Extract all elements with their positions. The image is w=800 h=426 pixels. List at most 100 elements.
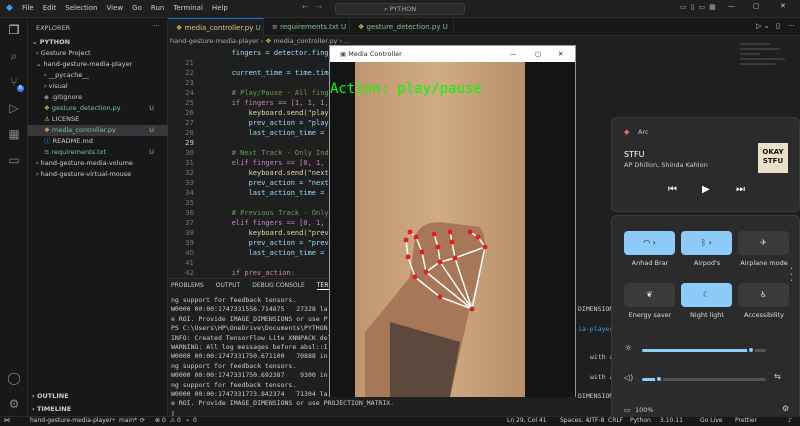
run-debug-icon[interactable]: ▷ xyxy=(6,100,22,116)
outline-section[interactable]: › OUTLINE xyxy=(28,391,168,402)
search-icon[interactable]: ⌕ xyxy=(6,48,22,64)
explorer-more-icon[interactable]: ··· xyxy=(153,22,160,30)
code-editor[interactable]: fingers = detector.finge 21 22 current_tim… xyxy=(168,49,333,277)
brightness-slider[interactable] xyxy=(642,346,766,354)
panel-tab[interactable]: DEBUG CONSOLE xyxy=(252,282,305,290)
panel-tab[interactable]: OUTPUT xyxy=(216,282,240,290)
error-count[interactable]: 0 xyxy=(162,417,166,424)
breadcrumb-file[interactable]: media_controller.py xyxy=(273,37,337,45)
file-tree-item[interactable]: › __pycache__ xyxy=(28,70,168,81)
window-minimize-button[interactable]: — xyxy=(510,46,517,62)
warning-count[interactable]: 0 xyxy=(177,417,181,424)
file-tree-item[interactable]: ♙ LICENSE xyxy=(28,114,168,125)
menu-item[interactable]: File xyxy=(22,4,34,12)
prettier[interactable]: Prettier xyxy=(735,417,757,424)
minimize-button[interactable]: — xyxy=(728,2,735,10)
layout-icons[interactable]: ▭▯▭▦ xyxy=(680,3,720,11)
quick-tile-night-light[interactable]: ☾ xyxy=(681,283,732,307)
terminal-line: PS C:\Users\HP\OneDrive\Documents\PYTHON xyxy=(171,324,328,333)
file-tree-item[interactable]: ⌄ hand-gesture-media-player xyxy=(28,59,168,70)
menu-bar: File Edit Selection View Go Run Terminal Help xyxy=(22,4,228,12)
split-editor-icon[interactable]: ▯ xyxy=(776,22,780,30)
tab-media-controller[interactable]: ❖ media_controller.py U xyxy=(168,18,264,36)
branch-label[interactable]: main* xyxy=(119,417,137,424)
camera-frame xyxy=(330,62,575,397)
remote-explorer-icon[interactable]: ▭ xyxy=(6,152,22,168)
source-control-icon[interactable]: ⑂ 6 xyxy=(6,74,24,92)
maximize-button[interactable]: ▢ xyxy=(753,2,760,10)
quick-tile-leaf[interactable]: ❦ xyxy=(624,283,675,307)
menu-item[interactable]: View xyxy=(107,4,124,12)
tab-label: gesture_detection.py xyxy=(366,23,441,31)
menu-item[interactable]: Run xyxy=(151,4,164,12)
settings-gear-icon[interactable]: ⚙ xyxy=(782,404,789,413)
chevron-right-icon[interactable]: › xyxy=(650,238,656,247)
menu-item[interactable]: Terminal xyxy=(173,4,203,12)
file-tree-item[interactable]: › hand-gesture-media-volume xyxy=(28,158,168,169)
tab-requirements[interactable]: ≡ requirements.txt U xyxy=(264,18,350,36)
line-number: 30 xyxy=(185,149,194,157)
file-tree-item[interactable]: ❖ gesture_detection.py U xyxy=(28,103,168,114)
quick-tile-airplane[interactable]: ✈ xyxy=(738,231,789,255)
media-controller-window[interactable]: ▣ Media Controller — ▢ ✕ Action: play/pa… xyxy=(329,45,576,397)
explorer-icon[interactable]: ❐ xyxy=(6,22,22,38)
breadcrumb-folder[interactable]: hand-gesture-media-player xyxy=(170,37,259,45)
command-center-search[interactable]: ⌕ PYTHON xyxy=(335,3,465,15)
go-live[interactable]: Go Live xyxy=(700,417,722,424)
ports-count[interactable]: 0 xyxy=(193,417,197,424)
file-name: visual xyxy=(48,82,68,90)
terminal-line: WARNING: All log messages before absl::I xyxy=(171,343,328,351)
chevron-right-icon[interactable]: › xyxy=(706,238,712,247)
previous-track-icon[interactable]: ⏮ xyxy=(668,184,677,195)
file-tree-item[interactable]: ≡ requirements.txt U xyxy=(28,147,168,158)
panel-tab[interactable]: PROBLEMS xyxy=(171,282,204,290)
file-tree-item[interactable]: ◆ .gitignore xyxy=(28,92,168,103)
play-icon[interactable]: ▶ xyxy=(702,184,710,195)
window-maximize-button[interactable]: ▢ xyxy=(535,46,541,62)
menu-item[interactable]: Edit xyxy=(43,4,57,12)
volume-slider[interactable] xyxy=(642,375,766,383)
window-close-button[interactable]: ✕ xyxy=(558,46,563,62)
run-python-icon[interactable]: ▷ ⌄ xyxy=(756,22,769,30)
account-icon[interactable]: ◯ xyxy=(6,370,22,386)
settings-gear-icon[interactable]: ⚙ xyxy=(6,396,22,412)
quick-tile-wifi[interactable]: ◠ › xyxy=(624,231,675,255)
file-name: Gesture Project xyxy=(40,49,91,57)
next-track-icon[interactable]: ⏭ xyxy=(736,184,745,195)
workspace-label[interactable]: hand-gesture-media-player xyxy=(30,417,112,424)
quick-tile-accessibility[interactable]: ♿ xyxy=(738,283,789,307)
terminal-line: INFO: Created TensorFlow Lite XNNPACK de… xyxy=(171,333,332,342)
tiles-page-indicator[interactable]: • • • xyxy=(790,266,793,284)
tab-gesture-detection[interactable]: ❖ gesture_detection.py U xyxy=(350,18,454,36)
menu-item[interactable]: Help xyxy=(212,4,228,12)
notifications-bell-icon[interactable]: ♪ xyxy=(788,417,792,424)
back-arrow-icon[interactable]: ← xyxy=(302,3,308,11)
python-version[interactable]: 3.10.11 xyxy=(660,417,683,424)
file-tree-item[interactable]: ⓘ README.md xyxy=(28,136,168,147)
remote-icon[interactable]: ⋈ xyxy=(4,417,10,424)
forward-arrow-icon[interactable]: → xyxy=(316,3,322,11)
encoding[interactable]: UTF-8 xyxy=(587,417,605,424)
sync-icon[interactable]: ⟳ xyxy=(140,417,145,424)
language-mode[interactable]: Python xyxy=(630,417,651,424)
workspace-root[interactable]: ⌄ PYTHON xyxy=(28,37,168,48)
tab-status: U xyxy=(442,23,448,31)
file-tree-item[interactable]: › visual xyxy=(28,81,168,92)
audio-output-icon[interactable]: ⇆ xyxy=(774,372,781,381)
menu-item[interactable]: Selection xyxy=(65,4,97,12)
close-button[interactable]: ✕ xyxy=(780,2,786,10)
more-actions-icon[interactable]: ··· xyxy=(788,22,795,30)
menu-item[interactable]: Go xyxy=(132,4,142,12)
minimap[interactable] xyxy=(740,40,795,110)
file-tree-item[interactable]: ❖ media_controller.py U xyxy=(28,125,168,136)
file-tree-item[interactable]: › hand-gesture-virtual-mouse xyxy=(28,169,168,180)
extensions-icon[interactable]: ▦ xyxy=(6,126,22,142)
line-ending[interactable]: CRLF xyxy=(608,417,623,424)
file-tree-item[interactable]: › Gesture Project xyxy=(28,48,168,59)
code-line: if fingers == [1, 1, 1, xyxy=(198,99,329,107)
cursor-position[interactable]: Ln 29, Col 41 xyxy=(507,417,547,424)
quick-tile-bluetooth[interactable]: ᛒ › xyxy=(681,231,732,255)
indentation[interactable]: Spaces: 4 xyxy=(560,417,589,424)
timeline-section[interactable]: › TIMELINE xyxy=(28,404,168,415)
line-number: 40 xyxy=(185,249,194,257)
